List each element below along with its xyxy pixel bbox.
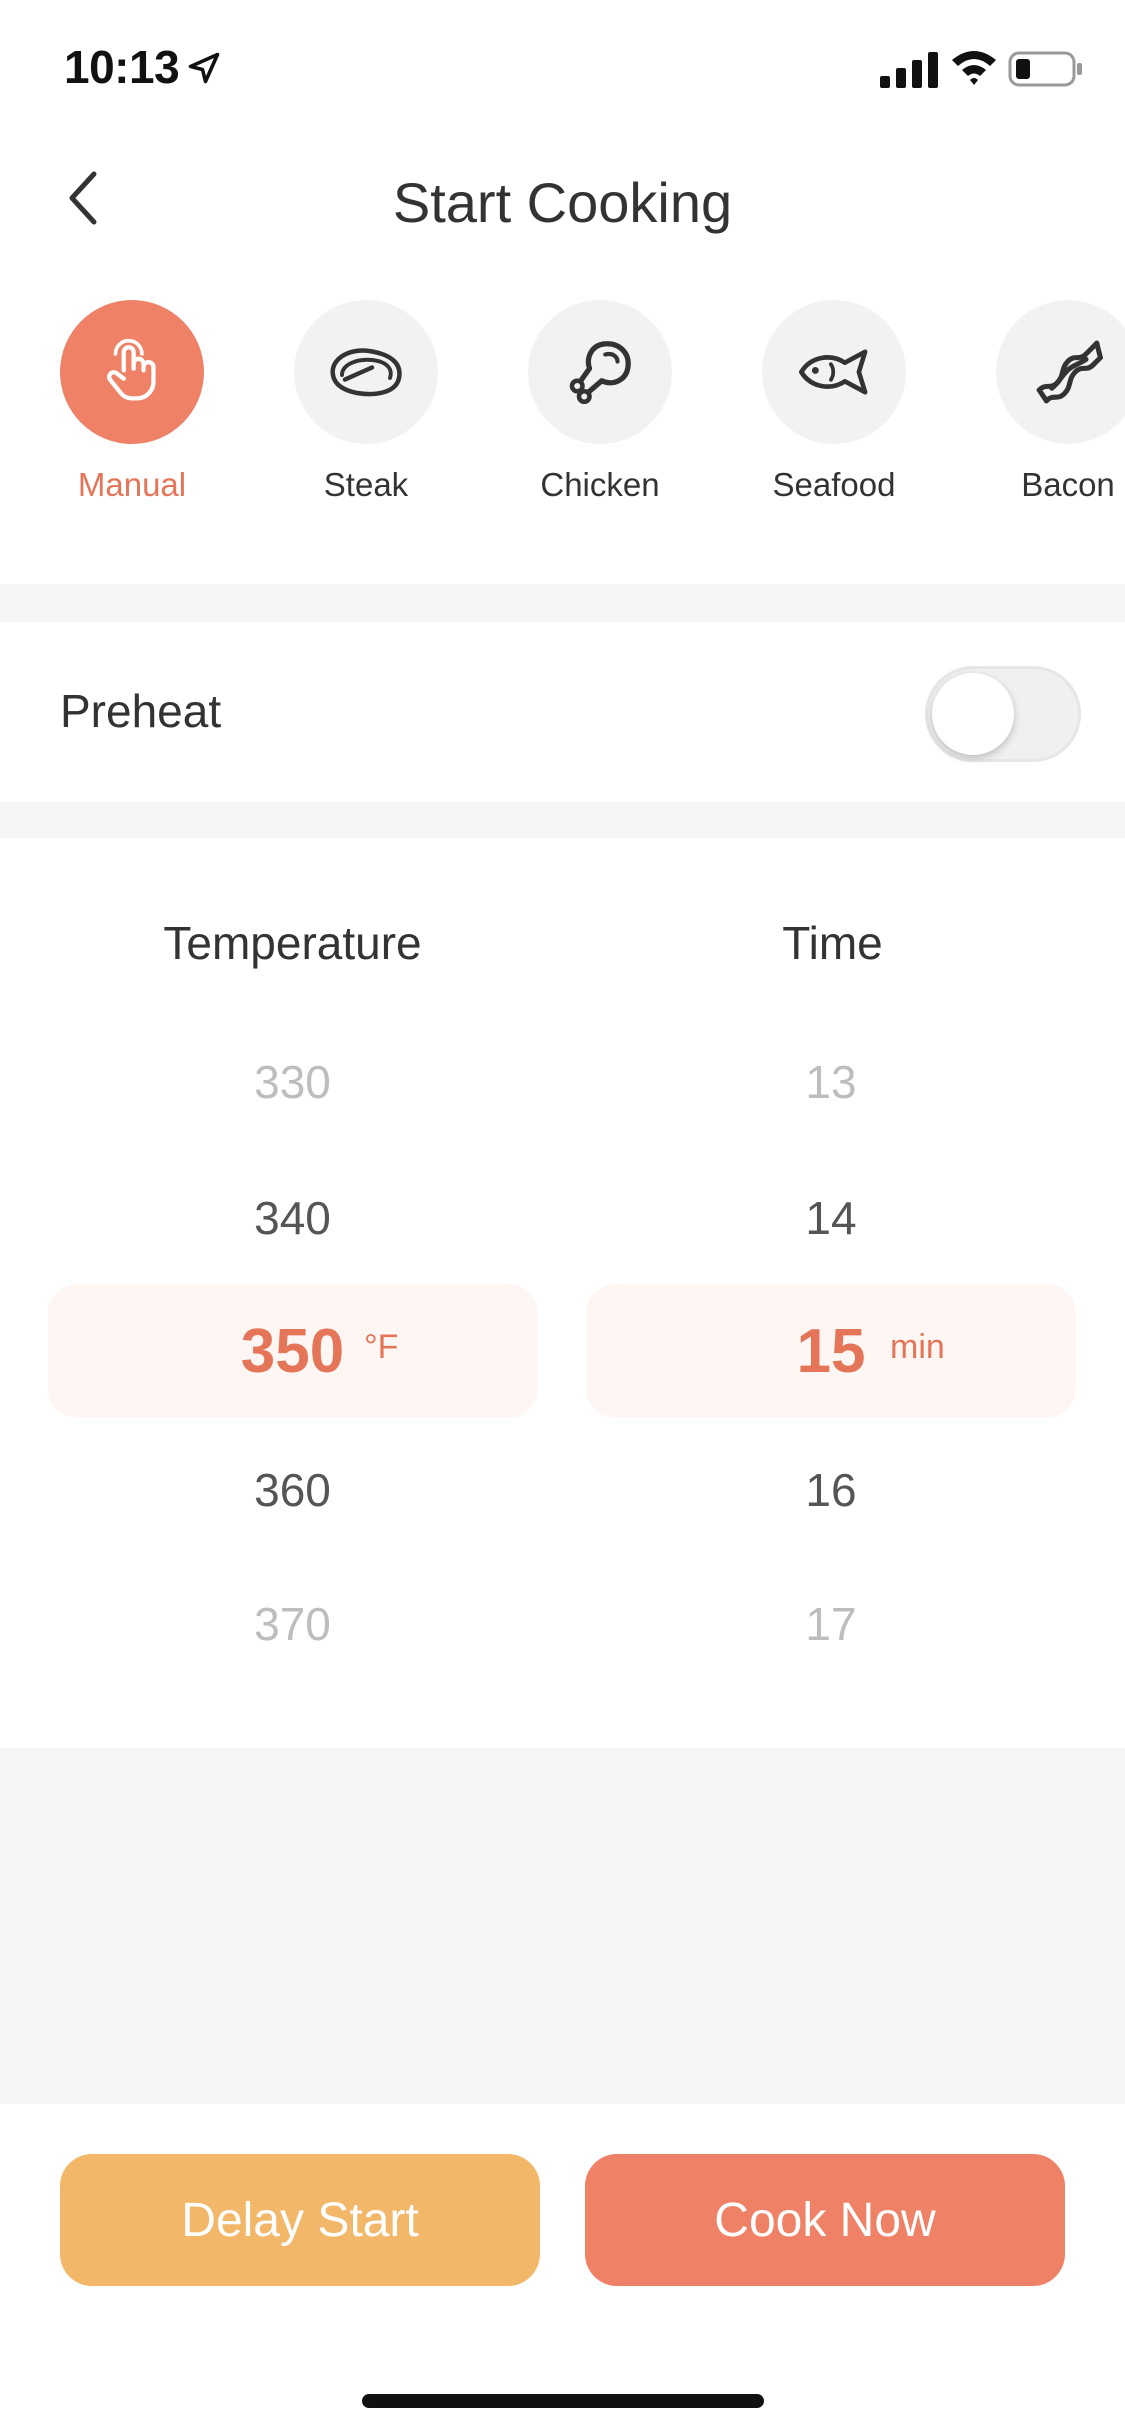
time-title: Time (782, 917, 883, 969)
preheat-label: Preheat (60, 685, 222, 737)
time-option[interactable]: 16 (600, 1460, 1062, 1520)
hand-tap-icon (107, 339, 156, 401)
temperature-option[interactable]: 360 (60, 1460, 525, 1520)
temperature-unit: °F (364, 1328, 399, 1366)
category-steak-circle (294, 300, 438, 444)
home-indicator (362, 2394, 764, 2408)
temperature-option[interactable]: 340 (60, 1188, 525, 1248)
battery-icon (1008, 51, 1082, 87)
time-unit: min (890, 1328, 945, 1366)
category-label: Chicken (540, 466, 660, 503)
temperature-option[interactable]: 330 (60, 1052, 525, 1112)
bottom-action-bar: Delay Start Cook Now (0, 2104, 1125, 2436)
location-arrow-icon (188, 52, 220, 84)
toggle-knob (932, 673, 1014, 755)
time-option[interactable]: 14 (600, 1188, 1062, 1248)
delay-start-button[interactable]: Delay Start (60, 2154, 540, 2286)
category-selector: Manual Steak Chicken Seafood Bacon (0, 296, 1125, 536)
cook-now-button[interactable]: Cook Now (585, 2154, 1065, 2286)
preheat-toggle[interactable] (925, 666, 1081, 762)
category-manual[interactable]: Manual (32, 296, 232, 516)
cellular-signal-icon (880, 52, 938, 88)
status-time: 10:13 (64, 41, 180, 93)
temperature-option[interactable]: 370 (60, 1594, 525, 1654)
chicken-leg-icon (569, 341, 631, 405)
category-label: Manual (77, 466, 187, 503)
temperature-time-pickers: Temperature 330 340 350 °F 360 370 Time … (0, 838, 1125, 1748)
category-chicken[interactable]: Chicken (500, 296, 700, 516)
time-selected-value[interactable]: 15 (600, 1312, 1062, 1392)
steak-icon (330, 348, 402, 397)
section-divider (0, 802, 1125, 838)
temperature-selected-value[interactable]: 350 (60, 1312, 525, 1392)
section-divider (0, 584, 1125, 622)
category-bacon[interactable]: Bacon (968, 296, 1125, 516)
category-label: Seafood (772, 466, 896, 503)
bacon-icon (1036, 340, 1103, 404)
category-manual-circle (60, 300, 204, 444)
category-chicken-circle (528, 300, 672, 444)
fish-icon (798, 349, 868, 395)
time-option[interactable]: 17 (600, 1594, 1062, 1654)
category-seafood[interactable]: Seafood (734, 296, 934, 516)
preheat-row: Preheat (0, 622, 1125, 802)
wifi-icon (952, 51, 996, 85)
header: Start Cooking (0, 150, 1125, 246)
status-bar: 10:13 (0, 0, 1125, 132)
category-label: Bacon (1021, 466, 1115, 503)
temperature-title: Temperature (163, 917, 422, 969)
category-label: Steak (323, 466, 409, 503)
category-steak[interactable]: Steak (266, 296, 466, 516)
time-option[interactable]: 13 (600, 1052, 1062, 1112)
category-bacon-circle (996, 300, 1125, 444)
category-seafood-circle (762, 300, 906, 444)
page-title: Start Cooking (392, 171, 733, 234)
empty-area (0, 1748, 1125, 2104)
